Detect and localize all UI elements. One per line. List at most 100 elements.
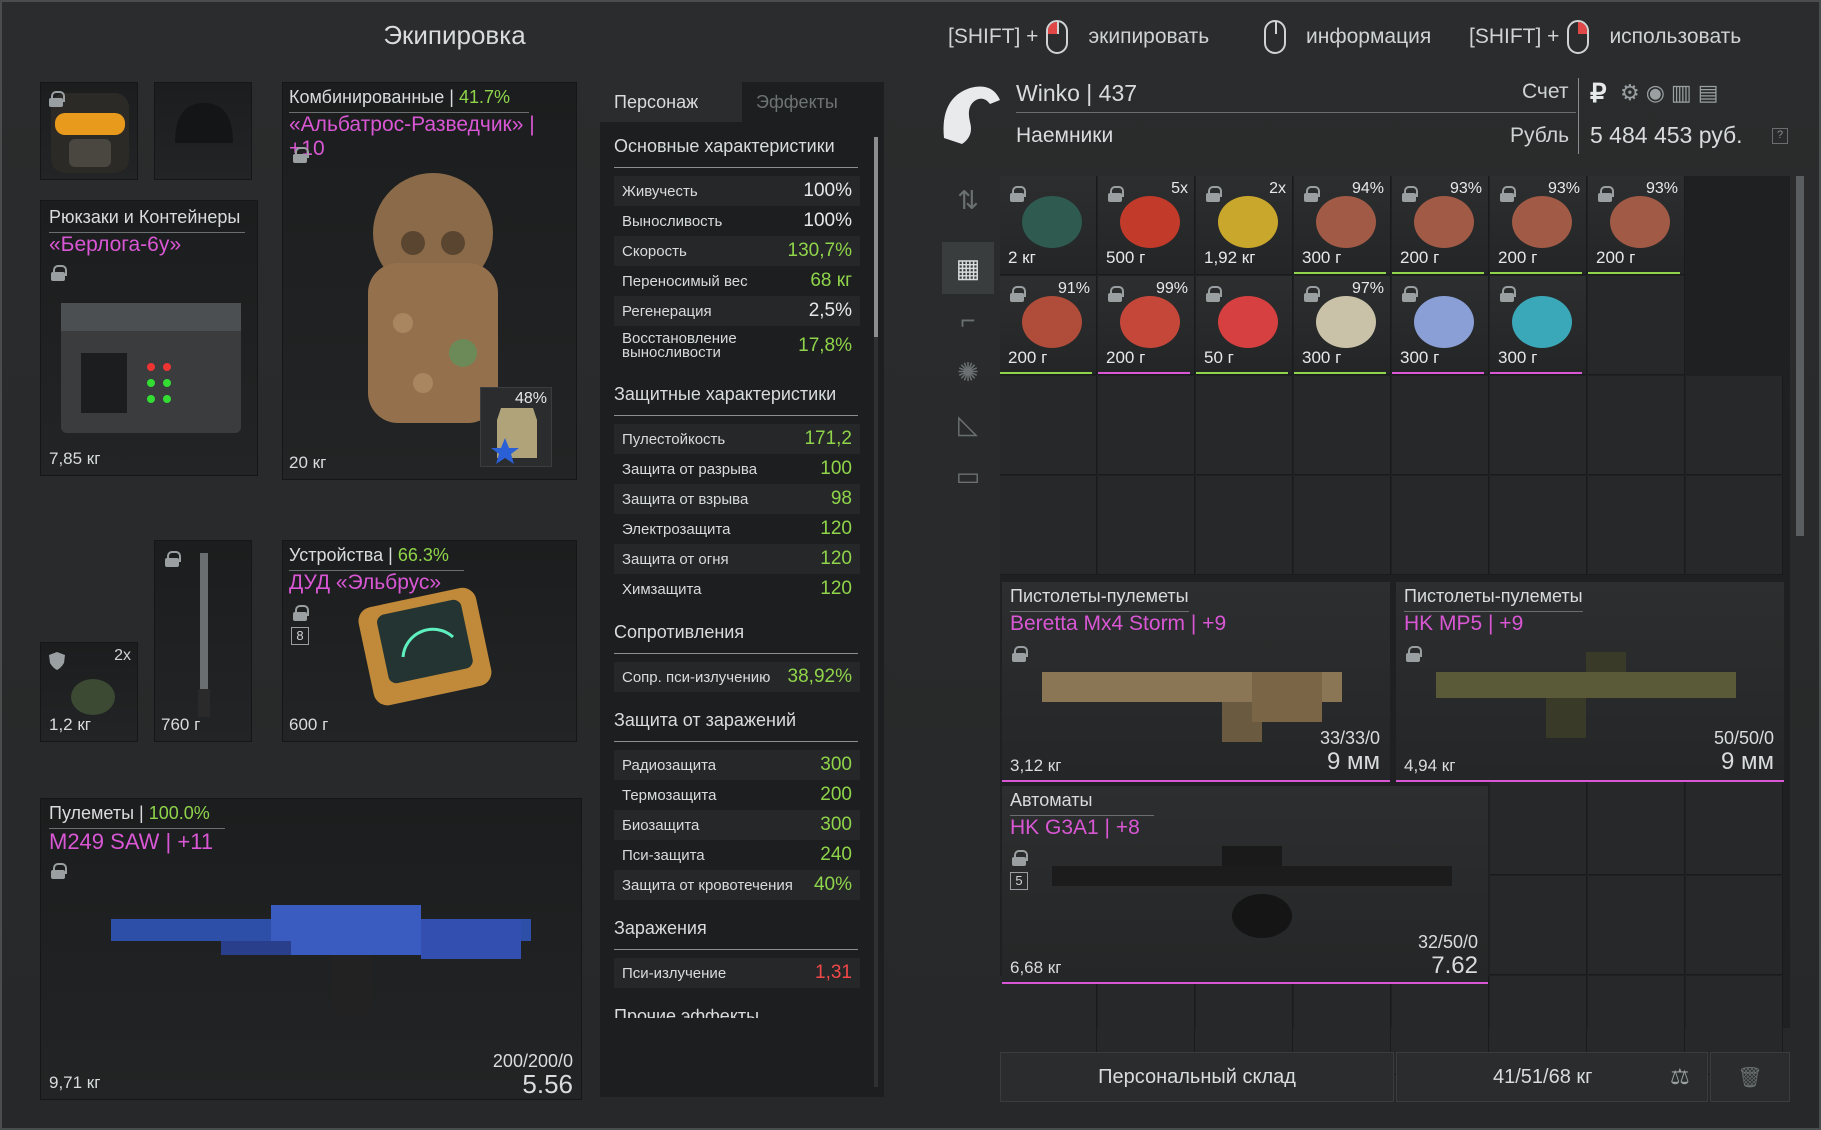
stat-row: Сопр. пси-излучению 38,92% [614, 662, 860, 692]
inventory-item[interactable]: 50 г [1196, 276, 1293, 375]
inventory-empty-cell[interactable] [1686, 476, 1783, 575]
stat-row: Скорость 130,7% [614, 236, 860, 266]
stat-label: Химзащита [622, 580, 702, 598]
inventory-item[interactable]: 300 г [1392, 276, 1489, 375]
inventory-empty-cell[interactable] [1196, 476, 1293, 575]
weapons-filter-icon[interactable]: ⌐ [942, 294, 994, 346]
inventory-empty-cell[interactable] [1098, 476, 1195, 575]
inventory-empty-cell[interactable] [1196, 376, 1293, 475]
player-name: Winko | 437 [1016, 80, 1138, 106]
inventory-empty-cell[interactable] [1392, 376, 1489, 475]
stat-row: Пулестойкость 171,2 [614, 424, 860, 454]
inventory-weapon-beretta[interactable]: Пистолеты-пулеметы Beretta Mx4 Storm | +… [1002, 582, 1390, 782]
inventory-empty-cell[interactable] [1588, 776, 1685, 875]
primary-weapon-slot[interactable]: Пулеметы | 100.0% M249 SAW | +11 200/200… [40, 798, 582, 1100]
item-weight: 200 г [1106, 348, 1146, 367]
inventory-empty-cell[interactable] [1588, 376, 1685, 475]
stat-value: 98 [830, 488, 852, 509]
inventory-empty-cell[interactable] [1686, 876, 1783, 975]
primary-weight: 9,71 кг [49, 1073, 101, 1092]
stat-label: Электрозащита [622, 520, 731, 538]
stats-scrollbar[interactable] [874, 137, 878, 1087]
inventory-item[interactable]: 300 г [1490, 276, 1587, 375]
mouse-left-icon [1046, 20, 1069, 54]
inventory-empty-cell[interactable] [1588, 876, 1685, 975]
armor-filter-icon[interactable]: ◺ [942, 398, 994, 450]
rarity-line [1002, 982, 1488, 984]
weapon-caliber: 7.62 [1431, 952, 1478, 979]
stat-row: Защита от кровотечения 40% [614, 870, 860, 900]
armor-plate-slot[interactable]: 48% [480, 387, 552, 467]
item-count: 97% [1351, 280, 1384, 297]
head-slot-empty[interactable] [154, 82, 252, 180]
personal-stash-button[interactable]: Персональный склад [1000, 1052, 1394, 1102]
grenade-slot[interactable]: 2x 1,2 кг [40, 642, 138, 742]
inventory-item[interactable]: 2 кг [1000, 176, 1097, 275]
inventory-empty-cell[interactable] [1686, 376, 1783, 475]
hint-equip-modifier: [SHIFT] + [948, 25, 1039, 48]
device-weight: 600 г [289, 715, 329, 734]
device-category: Устройства [289, 545, 384, 565]
mouse-icon [1264, 20, 1286, 54]
inventory-weapon-g3a1[interactable]: Автоматы HK G3A1 | +8 5 32/50/0 7.62 6,6… [1002, 786, 1488, 984]
inventory-empty-cell[interactable] [1098, 376, 1195, 475]
inventory-weapon-mp5[interactable]: Пистолеты-пулеметы HK MP5 | +9 50/50/0 9… [1396, 582, 1784, 782]
item-count: 91% [1057, 280, 1090, 297]
primary-category: Пулеметы [49, 803, 135, 823]
containers-filter-icon[interactable]: ▭ [942, 450, 994, 502]
melee-slot[interactable]: 760 г [154, 540, 252, 742]
inventory-empty-cell[interactable] [1686, 776, 1783, 875]
inventory-item[interactable]: 93% 200 г [1490, 176, 1587, 275]
artifacts-filter-icon[interactable]: ✺ [942, 346, 994, 398]
trash-icon[interactable]: 🗑 [1710, 1052, 1790, 1102]
help-icon[interactable]: ? [1772, 128, 1788, 144]
tab-effects[interactable]: Эффекты [742, 82, 884, 122]
inventory-scrollbar[interactable] [1796, 176, 1804, 536]
inventory-empty-cell[interactable] [1294, 476, 1391, 575]
weapon-slot-count: 5 [1010, 872, 1028, 890]
item-weight: 200 г [1400, 248, 1440, 267]
sort-icon[interactable]: ⇅ [942, 174, 994, 226]
inventory-empty-cell[interactable] [1588, 476, 1685, 575]
inventory-empty-cell[interactable] [1490, 876, 1587, 975]
inventory-item[interactable]: 91% 200 г [1000, 276, 1097, 375]
helmet-slot[interactable] [40, 82, 138, 180]
inventory-item[interactable]: 93% 200 г [1588, 176, 1685, 275]
inventory-empty-cell[interactable] [1588, 276, 1685, 375]
rarity-line [1002, 780, 1390, 782]
rarity-line [1098, 372, 1190, 374]
backpack-slot[interactable]: Рюкзаки и Контейнеры «Берлога-6у» 7,85 к… [40, 200, 258, 476]
stat-value: 171,2 [804, 428, 852, 449]
hint-use-label: использовать [1609, 25, 1742, 48]
tab-character[interactable]: Персонаж [600, 82, 742, 122]
inventory-empty-cell[interactable] [1490, 776, 1587, 875]
currency-icons[interactable]: ⚙◉▥▤ [1620, 80, 1725, 106]
stat-value: 120 [820, 548, 852, 569]
inventory-empty-cell[interactable] [1000, 376, 1097, 475]
item-count: 93% [1449, 180, 1482, 197]
total-weight: 41/51/68 кг [1396, 1052, 1708, 1102]
rarity-line [1000, 372, 1092, 374]
ruble-icon[interactable]: ₽ [1590, 78, 1607, 109]
inventory-item[interactable]: 93% 200 г [1392, 176, 1489, 275]
inventory-item[interactable]: 5x 500 г [1098, 176, 1195, 275]
stat-row: Пси-излучение 1,31 [614, 958, 860, 988]
currency-label: Рубль [1510, 124, 1570, 147]
inventory-item[interactable]: 94% 300 г [1294, 176, 1391, 275]
inventory-item[interactable]: 97% 300 г [1294, 276, 1391, 375]
inventory-empty-cell[interactable] [1294, 376, 1391, 475]
inventory-item[interactable]: 99% 200 г [1098, 276, 1195, 375]
device-slot[interactable]: Устройства | 66.3% ДУД «Эльбрус» 8 600 г [282, 540, 577, 742]
grid-view-icon[interactable]: ▦ [942, 242, 994, 294]
armor-slot[interactable]: Комбинированные | 41.7% «Альбатрос-Разве… [282, 82, 577, 480]
item-weight: 50 г [1204, 348, 1234, 367]
weapon-category: Пистолеты-пулеметы [1010, 586, 1189, 612]
item-count: 93% [1547, 180, 1580, 197]
stat-row: Защита от разрыва 100 [614, 454, 860, 484]
stat-value: 100% [803, 180, 852, 201]
inventory-empty-cell[interactable] [1490, 476, 1587, 575]
inventory-empty-cell[interactable] [1000, 476, 1097, 575]
inventory-empty-cell[interactable] [1392, 476, 1489, 575]
inventory-empty-cell[interactable] [1490, 376, 1587, 475]
inventory-item[interactable]: 2x 1,92 кг [1196, 176, 1293, 275]
